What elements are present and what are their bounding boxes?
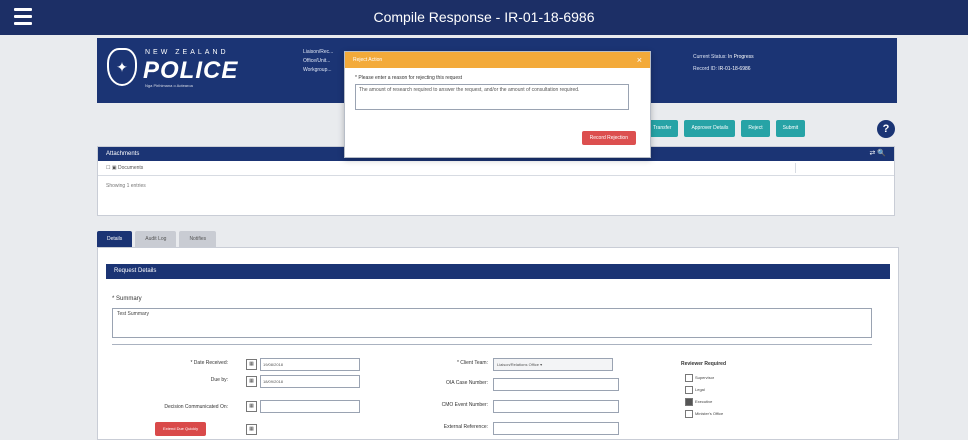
calendar-icon[interactable]: ▦ <box>246 424 257 435</box>
reject-action-modal: Reject Action × * Please enter a reason … <box>344 51 651 158</box>
header-info-line-1: Liaison/Rec... <box>303 49 334 55</box>
request-details-card: Request Details * Summary Test Summary *… <box>97 247 899 440</box>
date-received-label: * Date Received: <box>190 360 228 366</box>
due-by-label: Due by: <box>210 377 228 383</box>
calendar-icon[interactable]: ▦ <box>246 359 257 370</box>
external-reference-label: External Reference: <box>443 424 488 430</box>
cmo-event-number-label: CMO Event Number: <box>441 402 488 408</box>
external-reference-field[interactable] <box>493 422 619 435</box>
help-icon[interactable]: ? <box>877 120 895 138</box>
section-divider <box>112 344 872 345</box>
oia-case-number-field[interactable] <box>493 378 619 391</box>
checkbox-box <box>685 374 693 382</box>
client-team-select[interactable]: Liaison/Relations Office ▾ <box>493 358 613 371</box>
reject-reason-label: * Please enter a reason for rejecting th… <box>355 75 463 81</box>
reject-reason-textarea[interactable]: The amount of research required to answe… <box>355 84 629 110</box>
summary-label: * Summary <box>112 296 142 302</box>
page-title: Compile Response - IR-01-18-6986 <box>373 9 595 25</box>
date-received-field[interactable]: 19/08/2018 <box>260 358 360 371</box>
action-buttons: Transfer Approver Details Reject Submit <box>646 120 806 137</box>
new-zealand-label: NEW ZEALAND <box>145 49 229 56</box>
calendar-icon[interactable]: ▦ <box>246 376 257 387</box>
header-info-line-3: Workgroup... <box>303 67 332 73</box>
oia-case-number-label: OIA Case Number: <box>446 380 488 386</box>
police-logo-text: POLICE <box>143 57 239 84</box>
police-crest-icon: ✦ <box>107 48 137 86</box>
top-app-bar: Compile Response - IR-01-18-6986 <box>0 0 968 35</box>
attachments-side-cell <box>795 163 886 173</box>
reject-action-title: Reject Action <box>353 57 383 63</box>
tab-audit-log[interactable]: Audit Log <box>135 231 177 247</box>
cmo-event-number-field[interactable] <box>493 400 619 413</box>
police-subtitle: Nga Pirihimana o Aotearoa <box>145 83 193 88</box>
attachments-footer: Showing 1 entries <box>106 183 146 189</box>
header-info-line-2: Office/Unit... <box>303 58 331 64</box>
chevron-down-icon: ▾ <box>540 362 543 367</box>
due-by-field[interactable]: 18/09/2018 <box>260 375 360 388</box>
calendar-icon[interactable]: ▦ <box>246 401 257 412</box>
tab-details[interactable]: Details <box>97 231 133 247</box>
attachments-row[interactable]: ☐ ▣ Documents <box>98 161 894 176</box>
summary-input[interactable]: Test Summary <box>112 308 872 338</box>
current-status: Current Status: In Progress <box>693 54 754 60</box>
detail-tabs: Details Audit Log Notifies <box>97 231 217 247</box>
extend-due-button[interactable]: Extend Due Quickly <box>155 422 207 436</box>
tab-notifies[interactable]: Notifies <box>179 231 217 247</box>
decision-communicated-field[interactable] <box>260 400 360 413</box>
checkbox-supervisor[interactable]: Supervisor <box>685 374 714 382</box>
checkbox-box <box>685 386 693 394</box>
record-rejection-button[interactable]: Record Rejection <box>581 131 636 145</box>
attachments-row-label: Documents <box>118 165 144 171</box>
reviewer-required-title: Reviewer Required <box>681 361 727 367</box>
client-team-value: Liaison/Relations Office <box>497 362 539 367</box>
reject-action-header: Reject Action × <box>345 52 650 68</box>
submit-button[interactable]: Submit <box>775 120 806 137</box>
record-id: Record ID: IR-01-18-6986 <box>693 66 751 72</box>
reject-action-body: * Please enter a reason for rejecting th… <box>345 68 650 117</box>
checkbox-executive[interactable]: Executive <box>685 398 712 406</box>
document-icon: ☐ ▣ <box>106 165 118 171</box>
approver-details-button[interactable]: Approver Details <box>684 120 736 137</box>
request-details-header: Request Details <box>106 264 890 279</box>
close-icon[interactable]: × <box>637 52 642 68</box>
checkbox-box-checked <box>685 398 693 406</box>
checkbox-box <box>685 410 693 418</box>
reject-button[interactable]: Reject <box>741 120 770 137</box>
checkbox-legal[interactable]: Legal <box>685 386 705 394</box>
client-team-label: * Client Team: <box>456 360 488 366</box>
decision-communicated-label: Decision Communicated On: <box>164 404 228 410</box>
attachments-title: Attachments <box>106 151 140 157</box>
checkbox-ministers-office[interactable]: Minister's Office <box>685 410 723 418</box>
attachments-tools[interactable]: ⇄ 🔍 <box>869 147 886 161</box>
